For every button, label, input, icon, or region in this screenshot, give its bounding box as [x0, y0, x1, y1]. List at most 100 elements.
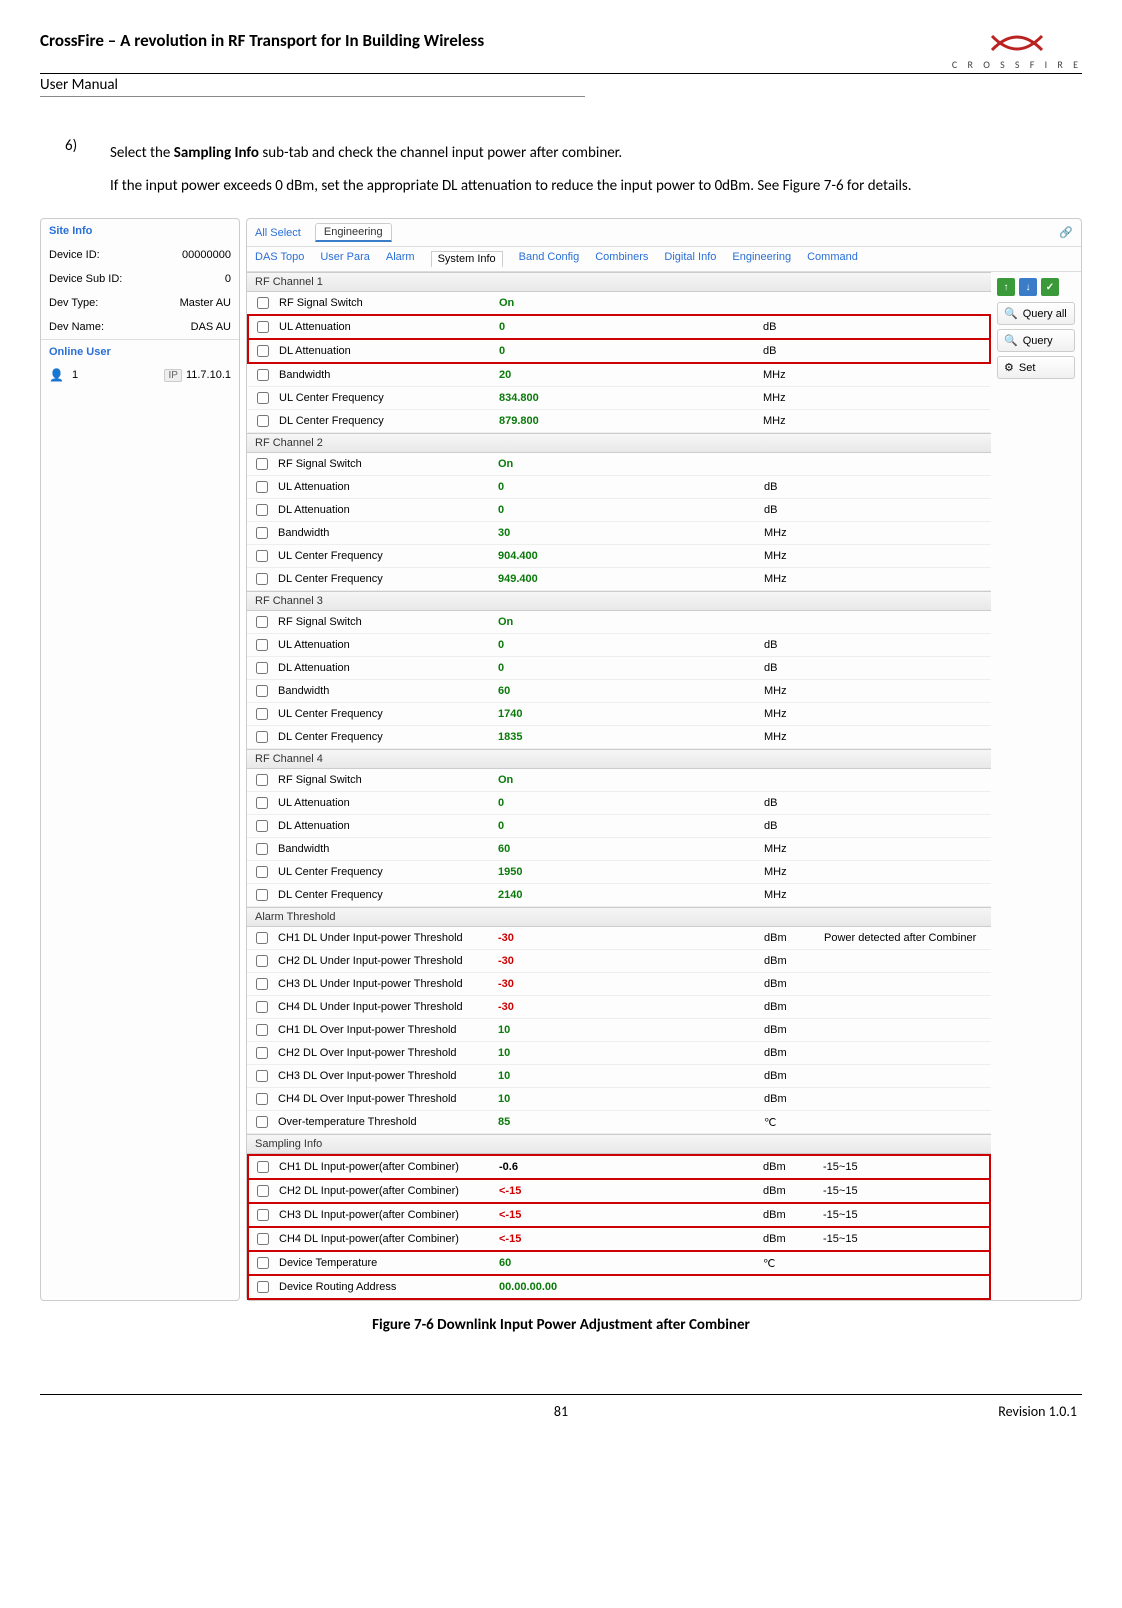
row-checkbox[interactable]	[256, 1116, 268, 1128]
row-checkbox[interactable]	[256, 955, 268, 967]
row-checkbox[interactable]	[256, 639, 268, 651]
param-unit	[760, 292, 820, 315]
param-label: DL Center Frequency	[275, 726, 495, 749]
param-unit: MHz	[761, 703, 821, 726]
param-value: 10	[495, 1019, 761, 1042]
subtab-engineering[interactable]: Engineering	[732, 251, 791, 267]
row-checkbox[interactable]	[257, 1281, 269, 1293]
row-checkbox[interactable]	[256, 1024, 268, 1036]
param-label: DL Center Frequency	[276, 410, 496, 433]
row-checkbox[interactable]	[256, 504, 268, 516]
subtab-das-topo[interactable]: DAS Topo	[255, 251, 304, 267]
param-unit	[761, 611, 821, 634]
row-checkbox[interactable]	[256, 616, 268, 628]
row-checkbox[interactable]	[256, 843, 268, 855]
share-icon[interactable]: 🔗	[1059, 226, 1073, 239]
table-row: UL Attenuation 0 dB	[247, 476, 991, 499]
subtab-user-para[interactable]: User Para	[320, 251, 370, 267]
row-checkbox[interactable]	[256, 573, 268, 585]
row-checkbox[interactable]	[256, 889, 268, 901]
param-unit: dB	[761, 792, 821, 815]
row-checkbox[interactable]	[256, 820, 268, 832]
row-checkbox[interactable]	[256, 978, 268, 990]
row-checkbox[interactable]	[256, 1093, 268, 1105]
param-label: DL Attenuation	[275, 499, 495, 522]
row-checkbox[interactable]	[257, 345, 269, 357]
table-row: Bandwidth 30 MHz	[247, 522, 991, 545]
row-checkbox[interactable]	[257, 1257, 269, 1269]
confirm-icon[interactable]: ✓	[1041, 278, 1059, 296]
ip-value: 11.7.10.1	[186, 369, 231, 381]
row-checkbox[interactable]	[256, 550, 268, 562]
param-unit: dB	[760, 339, 820, 363]
upload-icon[interactable]: ↑	[997, 278, 1015, 296]
table-row: DL Center Frequency 949.400 MHz	[247, 568, 991, 591]
row-checkbox[interactable]	[257, 392, 269, 404]
param-unit: MHz	[761, 680, 821, 703]
row-checkbox[interactable]	[257, 1185, 269, 1197]
param-unit: MHz	[761, 522, 821, 545]
online-user-head: Online User	[41, 339, 239, 364]
row-checkbox[interactable]	[257, 321, 269, 333]
app-screenshot: Site Info Device ID:00000000Device Sub I…	[40, 218, 1082, 1301]
param-unit	[761, 453, 821, 476]
row-checkbox[interactable]	[256, 1070, 268, 1082]
row-checkbox[interactable]	[256, 797, 268, 809]
param-note	[820, 315, 990, 339]
param-unit	[760, 1275, 820, 1299]
query-all-button[interactable]: 🔍Query all	[997, 302, 1075, 325]
table-row: CH2 DL Over Input-power Threshold 10 dBm	[247, 1042, 991, 1065]
row-checkbox[interactable]	[256, 731, 268, 743]
download-icon[interactable]: ↓	[1019, 278, 1037, 296]
row-checkbox[interactable]	[256, 1001, 268, 1013]
row-checkbox[interactable]	[256, 708, 268, 720]
row-checkbox[interactable]	[256, 866, 268, 878]
param-value: <-15	[496, 1227, 760, 1251]
param-note	[821, 657, 991, 680]
row-checkbox[interactable]	[256, 458, 268, 470]
param-value: <-15	[496, 1203, 760, 1227]
subtab-band-config[interactable]: Band Config	[519, 251, 580, 267]
tab-engineering[interactable]: Engineering	[315, 223, 392, 242]
row-checkbox[interactable]	[256, 662, 268, 674]
query-button[interactable]: 🔍Query	[997, 329, 1075, 352]
tab-all-select[interactable]: All Select	[255, 227, 301, 239]
param-label: Over-temperature Threshold	[275, 1111, 495, 1134]
param-note	[821, 634, 991, 657]
param-note	[821, 769, 991, 792]
param-unit: dBm	[761, 973, 821, 996]
row-checkbox[interactable]	[256, 1047, 268, 1059]
param-note	[821, 453, 991, 476]
subtab-digital-info[interactable]: Digital Info	[664, 251, 716, 267]
param-note	[821, 476, 991, 499]
param-value: 10	[495, 1088, 761, 1111]
row-checkbox[interactable]	[256, 481, 268, 493]
table-row: CH4 DL Input-power(after Combiner) <-15 …	[248, 1227, 990, 1251]
row-checkbox[interactable]	[257, 1209, 269, 1221]
row-checkbox[interactable]	[256, 932, 268, 944]
row-checkbox[interactable]	[257, 1233, 269, 1245]
subtab-system-info[interactable]: System Info	[431, 251, 503, 268]
subtab-alarm[interactable]: Alarm	[386, 251, 415, 267]
param-value: -30	[495, 950, 761, 973]
param-note	[821, 815, 991, 838]
param-unit: MHz	[761, 884, 821, 907]
param-label: CH3 DL Over Input-power Threshold	[275, 1065, 495, 1088]
row-checkbox[interactable]	[257, 415, 269, 427]
search-icon: 🔍	[1004, 307, 1018, 320]
param-note: Power detected after Combiner	[821, 927, 991, 950]
row-checkbox[interactable]	[257, 1161, 269, 1173]
param-label: UL Center Frequency	[275, 545, 495, 568]
subtab-combiners[interactable]: Combiners	[595, 251, 648, 267]
row-checkbox[interactable]	[256, 685, 268, 697]
param-note	[820, 1251, 990, 1275]
row-checkbox[interactable]	[256, 774, 268, 786]
row-checkbox[interactable]	[257, 369, 269, 381]
param-value: On	[495, 769, 761, 792]
param-label: UL Center Frequency	[275, 703, 495, 726]
param-label: DL Center Frequency	[275, 884, 495, 907]
row-checkbox[interactable]	[256, 527, 268, 539]
set-button[interactable]: ⚙Set	[997, 356, 1075, 379]
subtab-command[interactable]: Command	[807, 251, 858, 267]
row-checkbox[interactable]	[257, 297, 269, 309]
